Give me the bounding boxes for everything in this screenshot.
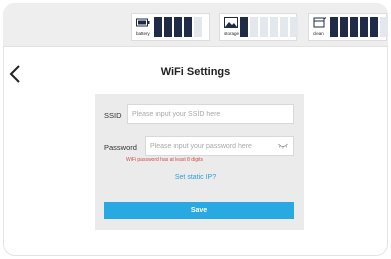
battery-label: battery: [136, 31, 150, 36]
storage-bar-1: [240, 17, 248, 37]
static-ip-link[interactable]: Set static IP?: [0, 174, 391, 181]
clean-label: clean: [313, 31, 324, 36]
clean-bar-3: [350, 17, 358, 37]
ssid-label: SSID: [104, 111, 122, 120]
battery-bar-5: [194, 17, 202, 37]
ssid-input[interactable]: [127, 104, 294, 124]
clean-bar-5: [370, 17, 378, 37]
storage-label: storage: [224, 31, 240, 36]
password-hint: WiFi password has at least 8 digits: [126, 157, 203, 163]
clean-level-bars: [330, 17, 388, 37]
clean-bar-6: [380, 17, 388, 37]
battery-bar-2: [164, 17, 172, 37]
save-button[interactable]: Save: [104, 202, 294, 219]
storage-level-bars: [240, 17, 298, 37]
battery-icon: [136, 18, 150, 27]
clean-bar-1: [330, 17, 338, 37]
storage-bar-4: [270, 17, 278, 37]
password-input[interactable]: [145, 136, 294, 156]
storage-bar-2: [250, 17, 258, 37]
storage-bar-6: [290, 17, 298, 37]
storage-icon: [224, 17, 238, 28]
clean-bar-4: [360, 17, 368, 37]
clean-status: clean: [308, 13, 388, 41]
clean-bar-2: [340, 17, 348, 37]
hide-password-icon[interactable]: [278, 143, 288, 149]
battery-bar-3: [174, 17, 182, 37]
battery-bar-1: [154, 17, 162, 37]
battery-bar-4: [184, 17, 192, 37]
storage-bar-3: [260, 17, 268, 37]
storage-status: storage: [219, 13, 298, 41]
battery-level-bars: [154, 17, 202, 37]
page-title: WiFi Settings: [160, 66, 231, 78]
storage-bar-5: [280, 17, 288, 37]
password-label: Password: [104, 143, 137, 152]
clean-tank-icon: [313, 17, 327, 28]
battery-status: battery: [131, 13, 210, 41]
